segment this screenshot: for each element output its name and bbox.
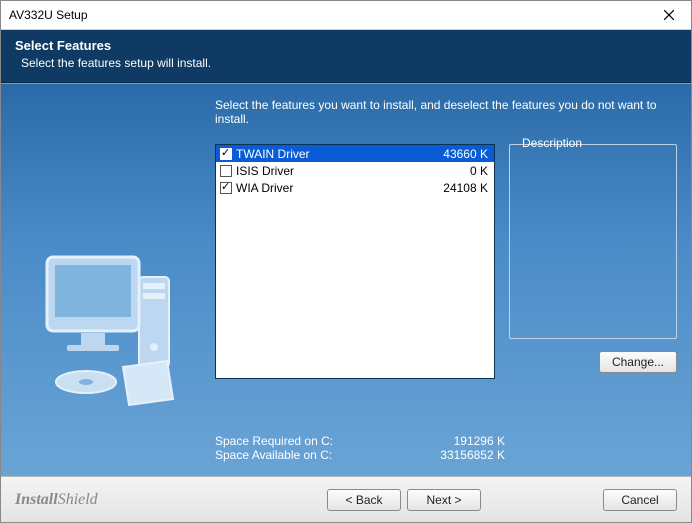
sidebar-art-column bbox=[15, 92, 207, 462]
description-column: Description Change... bbox=[509, 144, 677, 420]
computer-icon bbox=[31, 217, 191, 417]
space-available-value: 33156852 K bbox=[415, 448, 505, 462]
page-title: Select Features bbox=[15, 38, 677, 53]
close-icon bbox=[664, 10, 674, 20]
brand-part-a: Install bbox=[15, 491, 58, 508]
space-required-value: 191296 K bbox=[415, 434, 505, 448]
feature-name: TWAIN Driver bbox=[236, 147, 443, 161]
change-button[interactable]: Change... bbox=[599, 351, 677, 373]
window-title: AV332U Setup bbox=[9, 8, 88, 22]
titlebar: AV332U Setup bbox=[1, 1, 691, 30]
feature-row[interactable]: ISIS Driver0 K bbox=[216, 162, 494, 179]
setup-window: AV332U Setup Select Features Select the … bbox=[0, 0, 692, 523]
feature-checkbox[interactable] bbox=[220, 148, 232, 160]
brand-part-b: Shield bbox=[58, 491, 98, 508]
instructions-text: Select the features you want to install,… bbox=[215, 98, 677, 126]
description-legend: Description bbox=[518, 136, 586, 150]
feature-checkbox[interactable] bbox=[220, 182, 232, 194]
feature-name: WIA Driver bbox=[236, 181, 443, 195]
feature-size: 0 K bbox=[470, 164, 488, 178]
content-column: Select the features you want to install,… bbox=[215, 92, 677, 462]
description-groupbox: Description bbox=[509, 144, 677, 339]
feature-checkbox[interactable] bbox=[220, 165, 232, 177]
feature-name: ISIS Driver bbox=[236, 164, 470, 178]
feature-list[interactable]: TWAIN Driver43660 KISIS Driver0 KWIA Dri… bbox=[215, 144, 495, 379]
feature-row[interactable]: TWAIN Driver43660 K bbox=[216, 145, 494, 162]
features-row: TWAIN Driver43660 KISIS Driver0 KWIA Dri… bbox=[215, 144, 677, 420]
cancel-button[interactable]: Cancel bbox=[603, 489, 677, 511]
space-available-label: Space Available on C: bbox=[215, 448, 415, 462]
feature-size: 43660 K bbox=[443, 147, 488, 161]
close-button[interactable] bbox=[651, 4, 687, 26]
back-button[interactable]: < Back bbox=[327, 489, 401, 511]
page-subtitle: Select the features setup will install. bbox=[21, 56, 677, 70]
space-info: Space Required on C: 191296 K Space Avai… bbox=[215, 434, 677, 462]
footer-buttons: < Back Next > Cancel bbox=[327, 489, 677, 511]
space-required-label: Space Required on C: bbox=[215, 434, 415, 448]
feature-size: 24108 K bbox=[443, 181, 488, 195]
feature-row[interactable]: WIA Driver24108 K bbox=[216, 179, 494, 196]
installshield-brand: InstallShield bbox=[15, 491, 98, 509]
wizard-body: Select the features you want to install,… bbox=[1, 83, 691, 476]
wizard-header: Select Features Select the features setu… bbox=[1, 30, 691, 83]
next-button[interactable]: Next > bbox=[407, 489, 481, 511]
wizard-footer: InstallShield < Back Next > Cancel bbox=[1, 476, 691, 522]
